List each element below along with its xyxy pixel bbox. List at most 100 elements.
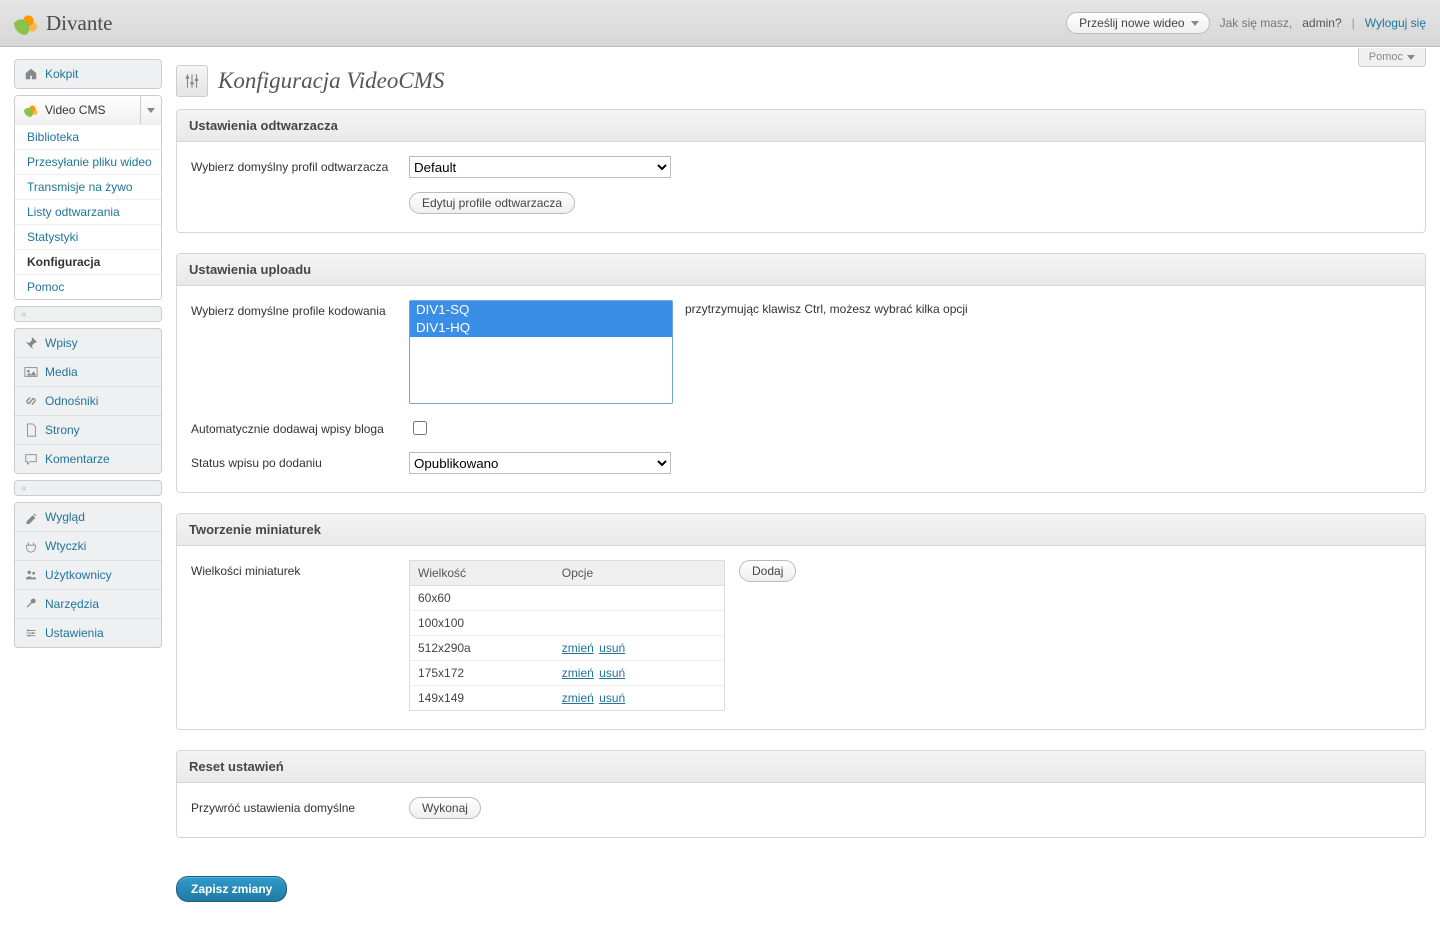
sidebar-item-comments[interactable]: Komentarze <box>15 444 161 473</box>
page-header: Konfiguracja VideoCMS <box>176 65 1426 97</box>
brand[interactable]: Divante <box>14 11 112 36</box>
sub-item-help[interactable]: Pomoc <box>15 274 161 299</box>
auto-blog-checkbox[interactable] <box>413 421 427 435</box>
thumb-delete-link[interactable]: usuń <box>599 666 625 680</box>
link-icon <box>24 394 38 408</box>
table-row: 149x149 zmień usuń <box>410 686 725 711</box>
chevron-down-icon <box>1407 55 1415 60</box>
separator: | <box>1352 16 1355 30</box>
collapse-icon: « <box>21 483 27 494</box>
sidebar-item-media[interactable]: Media <box>15 357 161 386</box>
panel-title: Ustawienia uploadu <box>177 254 1425 286</box>
videocms-icon <box>24 103 38 117</box>
collapse-menu-button[interactable]: « <box>14 480 162 496</box>
panel-title: Reset ustawień <box>177 751 1425 783</box>
sidebar-item-label: Komentarze <box>45 452 110 466</box>
current-user-link[interactable]: admin? <box>1302 16 1341 30</box>
upload-video-button[interactable]: Prześlij nowe wideo <box>1066 12 1209 34</box>
thumb-change-link[interactable]: zmień <box>562 641 594 655</box>
add-thumb-size-button[interactable]: Dodaj <box>739 560 796 582</box>
collapse-icon: « <box>21 309 27 320</box>
thumb-size-cell: 512x290a <box>410 636 554 661</box>
sidebar-item-label: Kokpit <box>45 67 78 81</box>
sidebar-item-plugins[interactable]: Wtyczki <box>15 531 161 560</box>
table-row: 100x100 <box>410 611 725 636</box>
thumb-sizes-label: Wielkości miniaturek <box>191 560 409 579</box>
encoding-profiles-label: Wybierz domyślne profile kodowania <box>191 300 409 319</box>
page-title: Konfiguracja VideoCMS <box>218 68 444 94</box>
chevron-down-icon <box>147 108 155 113</box>
thumb-sizes-table: Wielkość Opcje 60x60100x100512x290azmień… <box>409 560 725 711</box>
edit-player-profiles-button[interactable]: Edytuj profile odtwarzacza <box>409 192 575 214</box>
sidebar-item-label: Media <box>45 365 78 379</box>
sidebar-item-appearance[interactable]: Wygląd <box>15 503 161 531</box>
thumb-ops-cell <box>554 611 725 636</box>
player-profile-label: Wybierz domyślny profil odtwarzacza <box>191 156 409 175</box>
sidebar-item-users[interactable]: Użytkownicy <box>15 560 161 589</box>
sidebar-item-dashboard[interactable]: Kokpit <box>15 60 161 88</box>
thumb-delete-link[interactable]: usuń <box>599 691 625 705</box>
topbar-right: Prześlij nowe wideo Jak się masz, admin?… <box>1066 12 1426 34</box>
auto-blog-label: Automatycznie dodawaj wpisy bloga <box>191 418 409 437</box>
sidebar-item-label: Narzędzia <box>45 597 99 611</box>
thumb-ops-cell: zmień usuń <box>554 661 725 686</box>
thumb-ops-cell <box>554 586 725 611</box>
sub-item-stats[interactable]: Statystyki <box>15 224 161 249</box>
sidebar-item-settings[interactable]: Ustawienia <box>15 618 161 647</box>
encoding-profiles-hint: przytrzymując klawisz Ctrl, możesz wybra… <box>685 300 968 316</box>
panel-thumbnails: Tworzenie miniaturek Wielkości miniature… <box>176 513 1426 730</box>
help-tab[interactable]: Pomoc <box>1358 48 1426 67</box>
thumb-delete-link[interactable]: usuń <box>599 641 625 655</box>
reset-execute-button[interactable]: Wykonaj <box>409 797 481 819</box>
submenu-toggle[interactable] <box>140 96 161 124</box>
thumb-change-link[interactable]: zmień <box>562 666 594 680</box>
sidebar-item-tools[interactable]: Narzędzia <box>15 589 161 618</box>
post-status-select[interactable]: Opublikowano <box>409 452 671 474</box>
thumb-size-cell: 100x100 <box>410 611 554 636</box>
thumb-size-cell: 60x60 <box>410 586 554 611</box>
sidebar-item-label: Wpisy <box>45 336 78 350</box>
sidebar-item-label: Użytkownicy <box>45 568 112 582</box>
sub-item-upload[interactable]: Przesyłanie pliku wideo <box>15 149 161 174</box>
post-status-label: Status wpisu po dodaniu <box>191 452 409 471</box>
sliders-icon <box>176 65 208 97</box>
chevron-down-icon <box>1191 21 1199 26</box>
sub-item-live[interactable]: Transmisje na żywo <box>15 174 161 199</box>
save-changes-button[interactable]: Zapisz zmiany <box>176 876 287 902</box>
sidebar-item-posts[interactable]: Wpisy <box>15 329 161 357</box>
pin-icon <box>24 336 38 350</box>
top-bar: Divante Prześlij nowe wideo Jak się masz… <box>0 0 1440 47</box>
brand-logo-icon <box>14 11 38 35</box>
panel-title: Ustawienia odtwarzacza <box>177 110 1425 142</box>
col-size: Wielkość <box>410 561 554 586</box>
thumb-size-cell: 149x149 <box>410 686 554 711</box>
sub-item-playlists[interactable]: Listy odtwarzania <box>15 199 161 224</box>
home-icon <box>24 67 38 81</box>
sub-item-library[interactable]: Biblioteka <box>15 124 161 149</box>
table-row: 60x60 <box>410 586 725 611</box>
player-profile-select[interactable]: Default <box>409 156 671 178</box>
collapse-menu-button[interactable]: « <box>14 306 162 322</box>
appearance-icon <box>24 510 38 524</box>
media-icon <box>24 365 38 379</box>
sub-item-config[interactable]: Konfiguracja <box>15 249 161 274</box>
users-icon <box>24 568 38 582</box>
help-tab-label: Pomoc <box>1369 51 1403 63</box>
tools-icon <box>24 597 38 611</box>
videocms-submenu: Biblioteka Przesyłanie pliku wideo Trans… <box>15 124 161 299</box>
thumb-size-cell: 175x172 <box>410 661 554 686</box>
logout-link[interactable]: Wyloguj się <box>1365 16 1426 30</box>
encoding-profiles-select[interactable]: DIV1-SQ DIV1-HQ <box>409 300 673 404</box>
panel-player-settings: Ustawienia odtwarzacza Wybierz domyślny … <box>176 109 1426 233</box>
sidebar-item-links[interactable]: Odnośniki <box>15 386 161 415</box>
thumb-change-link[interactable]: zmień <box>562 691 594 705</box>
greeting-text: Jak się masz, <box>1220 16 1293 30</box>
settings-icon <box>24 626 38 640</box>
table-row: 175x172zmień usuń <box>410 661 725 686</box>
panel-title: Tworzenie miniaturek <box>177 514 1425 546</box>
plugin-icon <box>24 539 38 553</box>
sidebar-item-pages[interactable]: Strony <box>15 415 161 444</box>
sidebar-item-videocms[interactable]: Video CMS <box>15 96 161 124</box>
admin-sidebar: Kokpit Video CMS Biblioteka Przesyłanie … <box>14 59 162 654</box>
upload-video-label: Prześlij nowe wideo <box>1079 16 1184 30</box>
